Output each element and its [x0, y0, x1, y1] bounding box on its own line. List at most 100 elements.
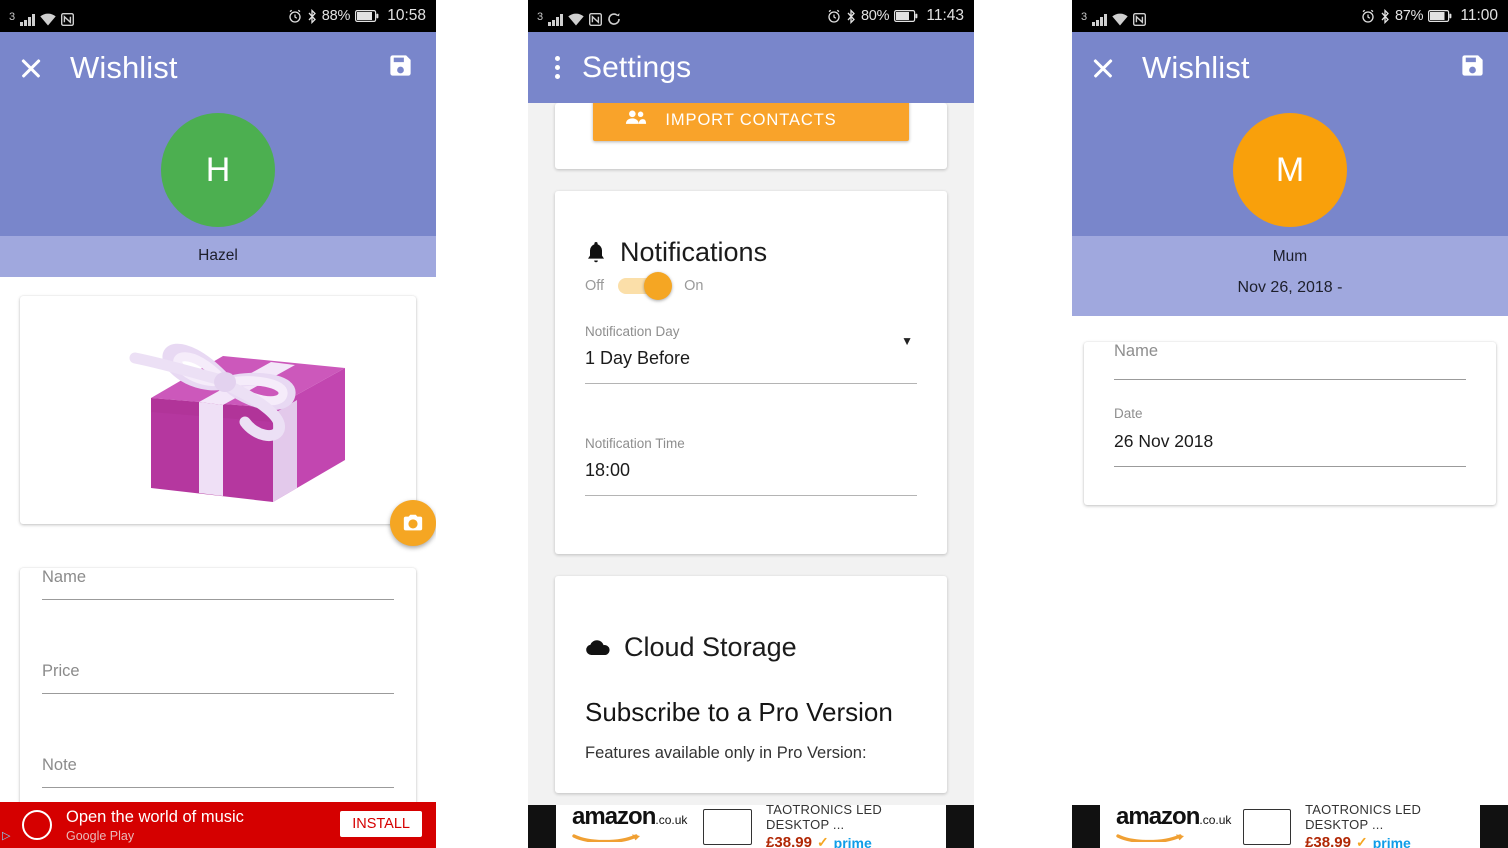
notification-time-field[interactable]: Notification Time 18:00 — [555, 436, 947, 496]
field-label: Note — [42, 756, 77, 775]
notification-day-label: Notification Day — [585, 324, 680, 339]
carrier-label: 3 — [1081, 11, 1088, 23]
amazon-domain: .co.uk — [655, 813, 688, 827]
ad-banner[interactable]: amazon.co.uk TAOTRONICS LED DESKTOP ... … — [1072, 805, 1508, 848]
product-title: TAOTRONICS LED DESKTOP ... — [1305, 805, 1422, 832]
amazon-logo: amazon.co.uk — [1100, 805, 1243, 847]
status-bar-left: 3 — [1081, 6, 1146, 26]
ad-text: Open the world of music Google Play — [66, 808, 244, 843]
save-icon[interactable] — [387, 52, 414, 84]
nfc-icon — [1132, 13, 1146, 26]
contact-name: Mum — [1272, 248, 1308, 265]
field-name[interactable]: Name — [1084, 342, 1496, 380]
page-title: Wishlist — [1142, 50, 1250, 85]
battery-percent: 87% — [1394, 8, 1424, 24]
notification-day-field[interactable]: Notification Day 1 Day Before ▼ — [555, 324, 947, 384]
field-price[interactable]: Price — [20, 662, 416, 695]
signal-icon — [20, 13, 35, 26]
bluetooth-icon — [847, 8, 855, 24]
camera-button[interactable] — [390, 500, 436, 547]
field-label: Name — [42, 568, 87, 587]
avatar[interactable]: H — [161, 113, 275, 227]
gift-box-image — [20, 296, 416, 524]
close-icon[interactable] — [1090, 55, 1116, 81]
amazon-logo: amazon.co.uk — [556, 805, 703, 847]
chevron-down-icon[interactable]: ▼ — [901, 334, 913, 348]
cloud-storage-card: Cloud Storage Subscribe to a Pro Version… — [555, 576, 947, 793]
contact-name-strip: Hazel — [0, 236, 436, 278]
more-vert-icon[interactable] — [554, 56, 560, 79]
signal-icon — [548, 13, 563, 26]
field-name[interactable]: Name — [20, 568, 416, 601]
clock-label: 11:43 — [926, 7, 964, 24]
notifications-header: Notifications — [555, 191, 947, 268]
notification-time-value: 18:00 — [585, 460, 631, 480]
amazon-ad-inner[interactable]: amazon.co.uk TAOTRONICS LED DESKTOP ... … — [556, 805, 946, 848]
ad-banner[interactable]: amazon.co.uk TAOTRONICS LED DESKTOP ... … — [528, 805, 974, 848]
import-contacts-button[interactable]: IMPORT CONTACTS — [593, 103, 909, 141]
battery-icon — [894, 10, 918, 22]
status-bar-left: 3 — [9, 6, 74, 26]
alarm-icon — [828, 9, 840, 23]
alarm-icon — [289, 9, 301, 23]
field-label: Date — [1114, 405, 1143, 421]
people-icon — [625, 109, 647, 132]
product-price-row: £38.99 ✓ prime — [1305, 834, 1480, 848]
settings-scroll-body[interactable]: IMPORT CONTACTS Notifications Off On Not… — [528, 103, 974, 848]
avatar[interactable]: M — [1233, 113, 1347, 227]
field-note[interactable]: Note — [20, 756, 416, 789]
cloud-icon — [586, 639, 610, 655]
amazon-ad[interactable]: amazon.co.uk TAOTRONICS LED DESKTOP ... … — [528, 805, 974, 848]
page-title: Wishlist — [70, 50, 178, 85]
field-underline — [42, 599, 394, 601]
cloud-title: Cloud Storage — [624, 632, 797, 662]
status-bar-right: 80% 11:43 — [827, 0, 964, 32]
product-title: TAOTRONICS LED DESKTOP ... — [766, 805, 883, 832]
nfc-icon — [60, 13, 74, 26]
amazon-smile-icon — [1116, 834, 1184, 844]
save-icon[interactable] — [1459, 52, 1486, 84]
ad-headline: Open the world of music — [66, 807, 244, 826]
check-icon: ✓ — [1355, 834, 1368, 848]
cloud-header: Cloud Storage — [555, 580, 947, 663]
pro-version-title: Subscribe to a Pro Version — [585, 697, 893, 727]
bell-icon — [588, 241, 604, 262]
status-bar: 3 88% 10:58 — [0, 0, 436, 32]
field-underline — [1114, 378, 1466, 380]
camera-icon — [403, 515, 423, 531]
notifications-toggle[interactable] — [618, 272, 673, 300]
avatar-hero: H — [0, 104, 436, 236]
amazon-ad[interactable]: amazon.co.uk TAOTRONICS LED DESKTOP ... … — [1072, 805, 1508, 848]
status-bar-right: 87% 11:00 — [1361, 0, 1498, 32]
screenshot-stage: 3 88% 10:58 Wishlist H Hazel Name Price … — [0, 0, 1508, 848]
close-icon[interactable] — [18, 55, 44, 81]
nfc-icon — [588, 13, 602, 26]
install-button[interactable]: INSTALL — [340, 811, 422, 837]
field-underline — [585, 383, 917, 384]
notifications-card: Notifications Off On Notification Day 1 … — [555, 191, 947, 554]
product-thumbnail — [1243, 808, 1292, 845]
status-bar-left: 3 — [537, 6, 621, 26]
alarm-icon — [1362, 9, 1374, 23]
carrier-label: 3 — [9, 11, 16, 23]
google-play-ad[interactable]: ▷ Open the world of music Google Play IN… — [0, 802, 436, 848]
carrier-label: 3 — [537, 11, 544, 23]
field-underline — [1114, 465, 1466, 467]
photo-card[interactable] — [20, 296, 436, 547]
contact-date-line: Nov 26, 2018 - — [1237, 279, 1343, 297]
product-price: £38.99 — [1305, 834, 1351, 848]
amazon-ad-inner[interactable]: amazon.co.uk TAOTRONICS LED DESKTOP ... … — [1100, 805, 1480, 848]
status-bar: 3 87% 11:00 — [1072, 0, 1508, 32]
status-bar-right: 88% 10:58 — [288, 0, 426, 32]
field-label: Price — [42, 662, 80, 681]
ad-banner[interactable]: ▷ Open the world of music Google Play IN… — [0, 802, 436, 848]
amazon-wordmark: amazon — [1116, 805, 1200, 830]
signal-icon — [1092, 13, 1107, 26]
import-contacts-label: IMPORT CONTACTS — [665, 110, 837, 129]
app-bar: Wishlist — [0, 32, 436, 104]
contact-form-card: Name Date 26 Nov 2018 — [1084, 341, 1496, 505]
status-bar: 3 80% 11:43 — [528, 0, 974, 32]
avatar-initial: M — [1275, 150, 1305, 189]
ad-source: Google Play — [66, 828, 135, 843]
field-date[interactable]: Date 26 Nov 2018 — [1084, 406, 1496, 467]
